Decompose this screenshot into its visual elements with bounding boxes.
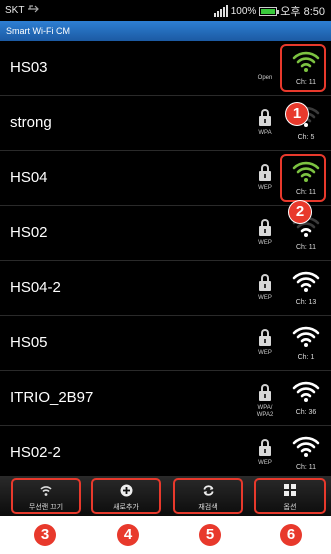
app-title: Smart Wi-Fi CM (6, 26, 70, 36)
lock-icon (259, 164, 271, 186)
wifi-signal-icon (291, 269, 321, 293)
network-ssid: HS04-2 (10, 279, 61, 296)
callout-3: 3 (34, 524, 56, 546)
battery-icon (259, 6, 280, 16)
security-type: WEP (258, 460, 272, 466)
network-ssid: ITRIO_2B97 (10, 389, 94, 406)
security-type: WPA/ WPA2 (256, 405, 274, 418)
options-label: 옵션 (283, 504, 297, 511)
battery-percent: 100% (230, 5, 257, 17)
lock-icon (259, 274, 271, 296)
network-row[interactable]: HS05 WEP Ch: 1 (0, 316, 331, 371)
channel-label: Ch: 11 (295, 244, 317, 251)
security-type: WEP (258, 295, 272, 301)
channel-label: Ch: 5 (297, 134, 315, 141)
signal-strength-icon (213, 5, 228, 17)
security-type: Open (257, 75, 273, 81)
clock: 오후 8:50 (280, 6, 325, 18)
lock-icon (259, 219, 271, 241)
callout-6: 6 (280, 524, 302, 546)
network-ssid: HS05 (10, 334, 48, 351)
network-ssid: HS04 (10, 169, 48, 186)
callout-2: 2 (289, 201, 311, 223)
refresh-icon (175, 484, 241, 499)
network-row[interactable]: ITRIO_2B97 WPA/ WPA2 Ch: 36 (0, 371, 331, 426)
rescan-label: 재검색 (198, 504, 218, 511)
wifi-icon (13, 484, 79, 499)
phone-screen: SKT 100% 오후 8:50 Smart Wi-Fi CM HS03 Open… (0, 0, 331, 554)
network-row[interactable]: HS04-2 WEP Ch: 13 (0, 261, 331, 316)
bottom-area: 무선랜 끄기 새로추가 재검색 옵션 3 4 5 6 (0, 476, 331, 554)
network-row[interactable]: HS02 WEP Ch: 11 (0, 206, 331, 261)
network-ssid: HS02-2 (10, 444, 61, 461)
add-icon (93, 484, 159, 499)
security-type: WEP (258, 240, 272, 246)
network-ssid: strong (10, 114, 52, 131)
wifi-signal-icon (291, 434, 321, 458)
highlight-box (280, 44, 326, 92)
security-type: WEP (258, 185, 272, 191)
wifi-off-label: 무선랜 끄기 (28, 504, 64, 511)
add-new-label: 새로추가 (113, 504, 139, 511)
wifi-signal-icon (291, 324, 321, 348)
lock-icon (259, 384, 271, 406)
app-title-bar: Smart Wi-Fi CM (0, 21, 331, 41)
wifi-off-button[interactable]: 무선랜 끄기 (11, 478, 81, 514)
channel-label: Ch: 11 (295, 464, 317, 471)
carrier-label: SKT (5, 5, 25, 16)
grid-icon (256, 484, 324, 498)
callout-1: 1 (286, 103, 308, 125)
add-new-button[interactable]: 새로추가 (91, 478, 161, 514)
security-type: WEP (258, 350, 272, 356)
channel-label: Ch: 1 (297, 354, 315, 361)
network-list[interactable]: HS03 Open Ch: 11 strong WPA Ch: 5 HS04 WEP Ch: 1… (0, 41, 331, 481)
options-button[interactable]: 옵션 (254, 478, 326, 514)
callout-4: 4 (117, 524, 139, 546)
channel-label: Ch: 36 (295, 409, 317, 416)
callout-5: 5 (199, 524, 221, 546)
network-row[interactable]: HS02-2 WEP Ch: 11 (0, 426, 331, 481)
lock-icon (259, 109, 271, 131)
status-bar: SKT 100% 오후 8:50 (0, 0, 331, 21)
wifi-signal-icon (291, 379, 321, 403)
network-ssid: HS02 (10, 224, 48, 241)
highlight-box (280, 154, 326, 202)
security-type: WPA (258, 130, 272, 136)
rescan-button[interactable]: 재검색 (173, 478, 243, 514)
toolbar: 무선랜 끄기 새로추가 재검색 옵션 (0, 476, 331, 516)
lock-icon (259, 439, 271, 461)
battery-fill (261, 8, 276, 14)
network-ssid: HS03 (10, 59, 48, 76)
usb-icon (28, 5, 39, 13)
network-row[interactable]: strong WPA Ch: 5 (0, 96, 331, 151)
channel-label: Ch: 13 (295, 299, 317, 306)
lock-icon (259, 329, 271, 351)
